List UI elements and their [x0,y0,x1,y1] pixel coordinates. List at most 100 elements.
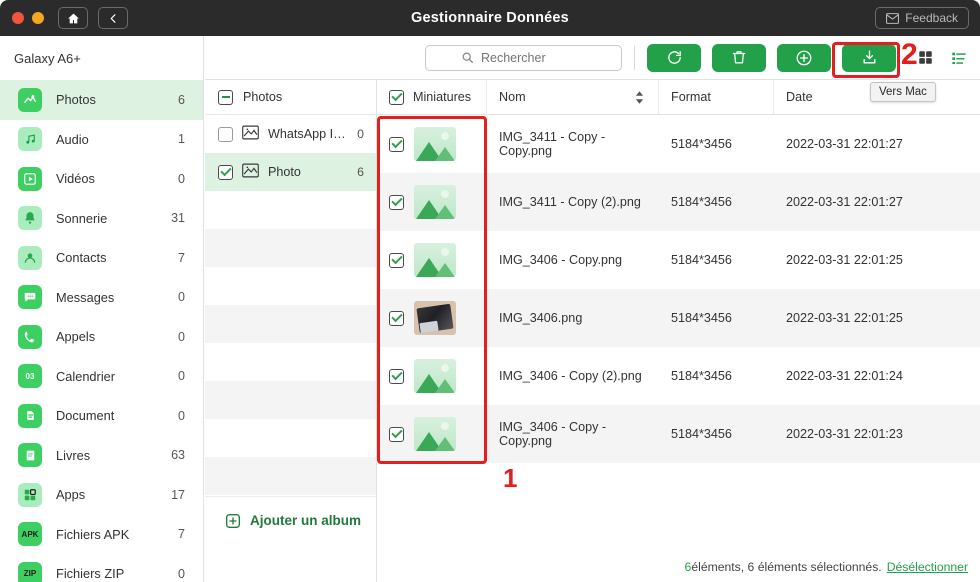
row-thumbnail-cell [377,417,487,451]
chat-bubble-icon [18,285,42,310]
row-checkbox[interactable] [389,368,404,384]
albums-panel: Photos WhatsApp I… 0 Photo 6 Ajouter un … [205,80,377,582]
sidebar-item-apps[interactable]: Apps 17 [0,475,203,515]
table-row[interactable]: IMG_3411 - Copy (2).png 5184*3456 2022-0… [377,173,980,231]
file-table: Miniatures Nom Format Date IMG_3411 - Co… [377,80,980,582]
image-thumbnail [414,417,456,451]
toolbar-divider [634,45,635,70]
column-header-label: Miniatures [413,90,472,104]
export-to-mac-button[interactable] [842,43,896,72]
title-bar: Gestionnaire Données Feedback [0,0,980,36]
sidebar-item-label: Livres [56,447,91,463]
sidebar-item-count: 7 [178,527,185,542]
add-album-button[interactable]: Ajouter un album [205,496,376,544]
sidebar-item-label: Audio [56,131,89,147]
sidebar-item-label: Appels [56,329,96,345]
status-bar: 6 éléments, 6 éléments sélectionnés. Dés… [377,552,980,582]
row-name: IMG_3411 - Copy (2).png [499,195,641,209]
close-button[interactable] [12,12,24,24]
sidebar-item-count: 0 [178,566,185,581]
feedback-button[interactable]: Feedback [875,7,969,29]
window-controls [12,12,44,24]
sort-arrows-icon[interactable] [635,90,644,104]
sidebar-item-count: 0 [178,329,185,344]
sidebar-item-fichiers-apk[interactable]: APK Fichiers APK 7 [0,515,203,555]
sidebar-item-photos[interactable]: Photos 6 [0,80,203,120]
sidebar-item-videos[interactable]: Vidéos 0 [0,159,203,199]
sidebar-item-count: 63 [171,448,185,463]
row-name: IMG_3406 - Copy (2).png [499,369,642,383]
sidebar-item-livres[interactable]: Livres 63 [0,436,203,476]
zip-file-icon: ZIP [18,561,42,582]
album-checkbox[interactable] [218,164,233,180]
bell-icon [18,206,42,231]
deselect-link[interactable]: Désélectionner [887,560,968,574]
minimize-button[interactable] [32,12,44,24]
refresh-button[interactable] [647,43,701,72]
sidebar-item-fichiers-zip[interactable]: ZIP Fichiers ZIP 0 [0,554,203,582]
row-date: 2022-03-31 22:01:23 [786,427,903,441]
add-button[interactable] [777,43,831,72]
sidebar-item-calendrier[interactable]: 03 Calendrier 0 [0,357,203,397]
row-thumbnail-cell [377,301,487,335]
row-format: 5184*3456 [671,195,732,209]
row-name: IMG_3406 - Copy.png [499,253,622,267]
sidebar-item-label: Messages [56,289,115,305]
search-icon [462,52,474,64]
chevron-left-icon[interactable] [98,7,128,29]
sidebar-item-label: Calendrier [56,368,116,384]
sidebar-item-count: 6 [178,92,185,107]
list-item[interactable]: Photo 6 [205,153,376,191]
albums-select-all-checkbox[interactable] [218,89,233,105]
row-name: IMG_3411 - Copy - Copy.png [499,130,606,158]
table-row[interactable]: IMG_3406.png 5184*3456 2022-03-31 22:01:… [377,289,980,347]
sidebar-item-sonnerie[interactable]: Sonnerie 31 [0,199,203,239]
column-name[interactable]: Nom [487,80,659,114]
sidebar-item-label: Sonnerie [56,210,108,226]
calendar-icon: 03 [18,364,42,389]
row-checkbox[interactable] [389,252,404,268]
row-name: IMG_3406.png [499,311,583,325]
sidebar-item-contacts[interactable]: Contacts 7 [0,238,203,278]
album-count: 6 [357,165,364,179]
sidebar-item-messages[interactable]: Messages 0 [0,278,203,318]
search-input[interactable] [481,50,586,65]
row-checkbox[interactable] [389,310,404,326]
empty-row [205,419,376,457]
empty-row [205,305,376,343]
album-name: WhatsApp I… [268,127,346,141]
row-checkbox[interactable] [389,426,404,442]
row-format: 5184*3456 [671,253,732,267]
row-date: 2022-03-31 22:01:24 [786,369,903,383]
table-row[interactable]: IMG_3406 - Copy - Copy.png 5184*3456 202… [377,405,980,463]
document-icon [18,403,42,428]
sidebar-item-document[interactable]: Document 0 [0,396,203,436]
album-thumb-icon [242,125,259,143]
trash-icon [732,51,746,64]
table-row[interactable]: IMG_3406 - Copy (2).png 5184*3456 2022-0… [377,347,980,405]
list-view-icon[interactable] [948,47,970,69]
select-all-checkbox[interactable] [389,89,404,105]
image-thumbnail [414,127,456,161]
album-count: 0 [357,127,364,141]
table-row[interactable]: IMG_3411 - Copy - Copy.png 5184*3456 202… [377,115,980,173]
table-row[interactable]: IMG_3406 - Copy.png 5184*3456 2022-03-31… [377,231,980,289]
search-box[interactable] [425,44,622,71]
delete-button[interactable] [712,43,766,72]
list-item[interactable]: WhatsApp I… 0 [205,115,376,153]
sidebar-item-audio[interactable]: Audio 1 [0,120,203,160]
home-icon[interactable] [58,7,88,29]
row-checkbox[interactable] [389,136,404,152]
row-checkbox[interactable] [389,194,404,210]
grid-view-icon[interactable] [914,47,936,69]
album-checkbox[interactable] [218,126,233,142]
sidebar-item-label: Photos [56,92,96,108]
photo-icon [18,87,42,112]
sidebar-item-label: Vidéos [56,171,95,187]
sidebar-item-appels[interactable]: Appels 0 [0,317,203,357]
image-thumbnail [414,359,456,393]
sidebar: Galaxy A6+ Photos 6 Audio 1 Vidéos 0 Son… [0,36,204,582]
row-thumbnail-cell [377,359,487,393]
sidebar-item-count: 0 [178,290,185,305]
row-thumbnail-cell [377,185,487,219]
